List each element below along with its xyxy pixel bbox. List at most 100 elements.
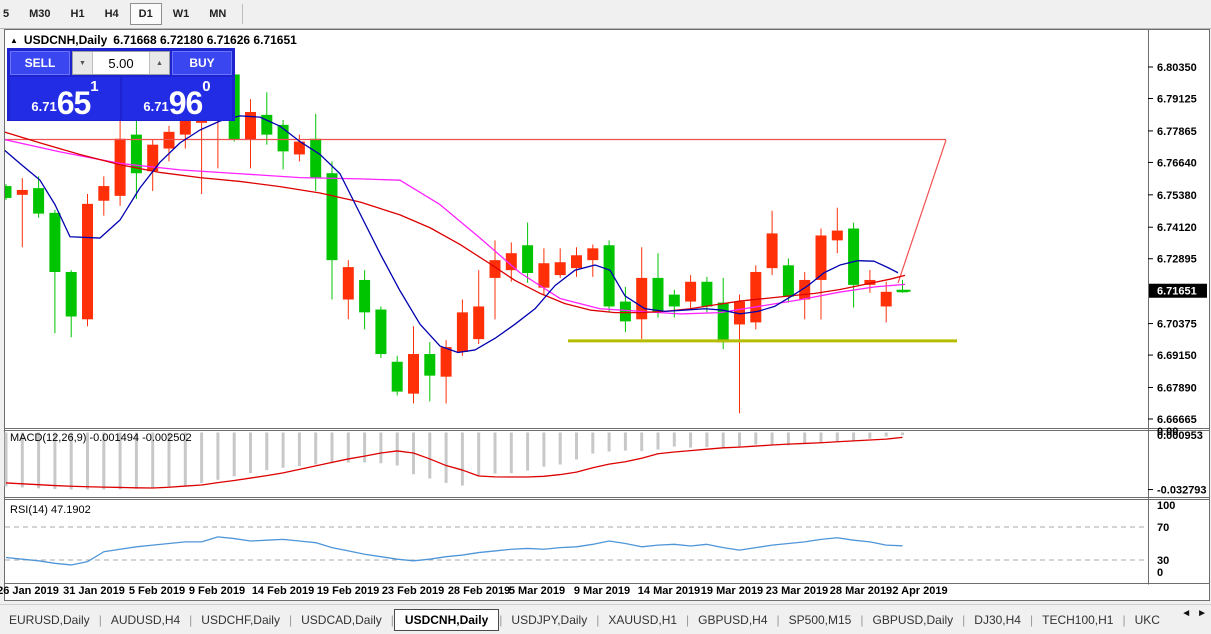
symbol-tab-sp500[interactable]: SP500,M15 — [780, 609, 861, 631]
date-axis-label: 9 Mar 2019 — [574, 585, 630, 597]
trading-terminal: 5 M30 H1 H4 D1 W1 MN 6.80350 6.79125 6.77865 6.76… — [0, 0, 1211, 634]
symbol-tab-gbpusd[interactable]: GBPUSD,Daily — [863, 609, 962, 631]
date-axis-label: 5 Feb 2019 — [129, 585, 185, 597]
candle-body — [82, 203, 93, 320]
candle-body — [342, 267, 354, 300]
candle-body — [473, 306, 485, 340]
rsi-axis-label: 70 — [1157, 522, 1169, 534]
tab-scroll-right-icon[interactable]: ► — [1197, 608, 1207, 619]
symbol-tab-bar: EURUSD,Daily | AUDUSD,H4 | USDCHF,Daily | USDC… — [0, 604, 1211, 634]
chart-title-row: ▲ USDCNH,Daily 6.71668 6.72180 6.71626 6… — [10, 33, 297, 47]
date-axis-label: 23 Mar 2019 — [766, 585, 828, 597]
candle-body — [848, 228, 860, 285]
date-axis-label: 28 Mar 2019 — [830, 585, 892, 597]
candle-body — [326, 173, 338, 261]
price-axis-label: 6.77865 — [1157, 126, 1197, 138]
symbol-tab-usdcad[interactable]: USDCAD,Daily — [292, 609, 391, 631]
symbol-tab-eurusd[interactable]: EURUSD,Daily — [0, 609, 99, 631]
symbol-tab-usdchf[interactable]: USDCHF,Daily — [192, 609, 289, 631]
sell-button[interactable]: SELL — [10, 51, 70, 75]
volume-value[interactable]: 5.00 — [93, 52, 149, 74]
timeframe-button-h4[interactable]: H4 — [96, 3, 128, 25]
candle-body — [522, 245, 534, 274]
volume-decrease-icon[interactable]: ▼ — [73, 52, 93, 74]
rsi-axis-label: 0 — [1157, 567, 1163, 579]
toolbar-separator — [242, 4, 244, 24]
macd-axis-min: -0.032793 — [1157, 485, 1207, 497]
current-price-label: 6.71651 — [1157, 286, 1197, 298]
rsi-axis-label: 30 — [1157, 555, 1169, 567]
date-axis-label: 9 Feb 2019 — [189, 585, 245, 597]
one-click-trade-panel: SELL ▼ 5.00 ▲ BUY 6.71 65 1 6.71 96 0 — [8, 49, 234, 120]
symbol-tab-usdcnh[interactable]: USDCNH,Daily — [393, 609, 500, 631]
date-axis-label: 28 Feb 2019 — [448, 585, 510, 597]
date-axis-label: 14 Mar 2019 — [638, 585, 700, 597]
candle-body — [98, 186, 110, 201]
candle-body — [538, 263, 550, 288]
candle-body — [717, 302, 729, 343]
candle-body — [424, 354, 436, 376]
symbol-tab-gbpusd[interactable]: GBPUSD,H4 — [689, 609, 776, 631]
candle-body — [65, 271, 77, 317]
date-axis-label: 26 Jan 2019 — [0, 585, 59, 597]
sell-price-box[interactable]: 6.71 65 1 — [10, 77, 120, 120]
candle-body — [685, 281, 697, 302]
symbol-tab-tech100[interactable]: TECH100,H1 — [1033, 609, 1122, 631]
date-axis-label: 23 Feb 2019 — [382, 585, 444, 597]
timeframe-button-m30[interactable]: M30 — [20, 3, 59, 25]
symbol-tab-audusd[interactable]: AUDUSD,H4 — [102, 609, 189, 631]
candle-body — [49, 212, 61, 272]
sell-price-big: 65 — [56, 85, 92, 121]
volume-stepper[interactable]: ▼ 5.00 ▲ — [72, 51, 170, 75]
timeframe-button-w1[interactable]: W1 — [164, 3, 199, 25]
candle-body — [456, 312, 468, 352]
candle-body — [391, 361, 403, 392]
price-axis-label: 6.80350 — [1157, 62, 1197, 74]
timeframe-button-5[interactable]: 5 — [0, 3, 18, 25]
price-axis-label: 6.74120 — [1157, 222, 1197, 234]
date-axis-label: 5 Mar 2019 — [509, 585, 565, 597]
candle-body — [5, 186, 12, 198]
candle-body — [554, 262, 566, 276]
price-axis-label: 6.67890 — [1157, 382, 1197, 394]
candle-body — [571, 255, 582, 269]
candle-body — [668, 294, 680, 307]
volume-increase-icon[interactable]: ▲ — [149, 52, 169, 74]
price-axis-label: 6.79125 — [1157, 94, 1197, 106]
tab-scroll-nav: ◄ ► — [1181, 608, 1207, 619]
buy-price-small: 6.71 — [143, 99, 169, 114]
buy-price-box[interactable]: 6.71 96 0 — [122, 77, 232, 120]
date-axis-label: 14 Feb 2019 — [252, 585, 314, 597]
candle-body — [619, 301, 631, 322]
candle-body — [440, 347, 452, 377]
symbol-tab-xauusd[interactable]: XAUUSD,H1 — [599, 609, 686, 631]
price-axis-label: 6.66665 — [1157, 414, 1197, 426]
candle-body — [652, 277, 664, 312]
candle-body — [782, 265, 794, 297]
chart-window: 6.80350 6.79125 6.77865 6.76640 6.75380 6.741… — [0, 28, 1211, 604]
symbol-marker-icon: ▲ — [10, 35, 18, 45]
price-axis-label: 6.72895 — [1157, 254, 1197, 266]
macd-label: MACD(12,26,9) -0.001494 -0.002502 — [10, 432, 192, 444]
timeframe-button-mn[interactable]: MN — [200, 3, 235, 25]
candle-body — [179, 119, 191, 135]
candle-body — [880, 291, 892, 307]
buy-button[interactable]: BUY — [172, 51, 232, 75]
candle-body — [701, 281, 713, 307]
timeframe-button-d1[interactable]: D1 — [129, 3, 162, 25]
buy-price-sup: 0 — [202, 78, 211, 95]
sell-price-small: 6.71 — [31, 99, 57, 114]
macd-axis-max: 0.000953 — [1157, 430, 1203, 442]
symbol-tab-dj30[interactable]: DJ30,H4 — [965, 609, 1030, 631]
tab-scroll-left-icon[interactable]: ◄ — [1181, 608, 1191, 619]
rsi-label: RSI(14) 47.1902 — [10, 504, 91, 516]
date-axis-label: 19 Mar 2019 — [701, 585, 763, 597]
price-axis-label: 6.75380 — [1157, 190, 1197, 202]
symbol-tab-ukc[interactable]: UKC — [1126, 609, 1169, 631]
candle-body — [831, 230, 843, 241]
chart-ohlc-values: 6.71668 6.72180 6.71626 6.71651 — [113, 33, 297, 47]
symbol-tab-usdjpy[interactable]: USDJPY,Daily — [502, 609, 596, 631]
sell-price-sup: 1 — [90, 78, 99, 95]
date-axis-label: 19 Feb 2019 — [317, 585, 379, 597]
timeframe-button-h1[interactable]: H1 — [62, 3, 94, 25]
